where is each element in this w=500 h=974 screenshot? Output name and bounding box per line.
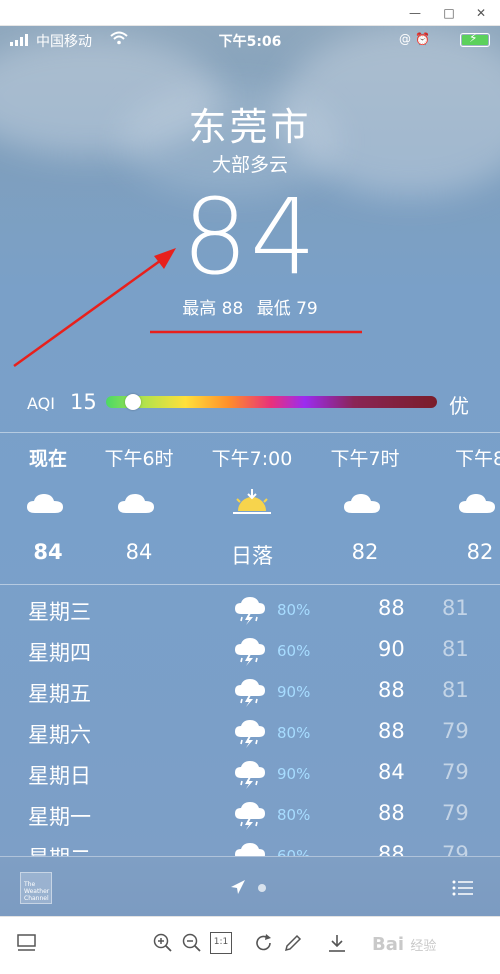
hourly-temp: 84 <box>125 540 153 564</box>
day-name: 星期四 <box>28 641 91 665</box>
day-name: 星期三 <box>28 600 91 624</box>
daily-row: 星期五 90% 88 81 <box>0 671 500 712</box>
day-name: 星期五 <box>28 682 91 706</box>
maximize-icon[interactable]: □ <box>436 3 462 23</box>
annotation-arrowhead <box>154 248 176 269</box>
thunderstorm-icon <box>234 678 266 707</box>
hourly-forecast[interactable]: 现在 84 下午6时 84 下午7:00 日落 下午7时 82 下午8 82 <box>0 432 500 582</box>
location-arrow-icon[interactable] <box>230 879 246 895</box>
day-high: 88 <box>378 678 405 702</box>
hourly-time: 下午7时 <box>330 448 400 470</box>
minimize-icon[interactable]: — <box>402 3 428 23</box>
precip-chance: 80% <box>277 601 311 619</box>
daily-row: 星期六 80% 88 79 <box>0 712 500 753</box>
annotation-overlay <box>13 248 362 368</box>
sunset-icon <box>233 489 271 514</box>
weather-bottom-bar: The Weather Channel <box>0 856 500 916</box>
cloud-icon <box>344 494 380 513</box>
hourly-time: 下午7:00 <box>211 448 293 470</box>
day-name: 星期日 <box>28 764 91 788</box>
daily-row: 星期日 90% 84 79 <box>0 753 500 794</box>
precip-chance: 90% <box>277 683 311 701</box>
hourly-temp: 日落 <box>231 544 273 568</box>
aqi-scale-bar <box>106 394 437 410</box>
list-icon[interactable] <box>452 879 474 897</box>
day-high: 84 <box>378 760 405 784</box>
hourly-time: 下午8 <box>454 448 500 470</box>
day-high: 88 <box>378 719 405 743</box>
hourly-time: 下午6时 <box>104 448 174 470</box>
day-name: 星期一 <box>28 805 91 829</box>
divider <box>0 584 500 585</box>
day-high: 88 <box>378 596 405 620</box>
viewer-toolbar: 1:1 Bai 经验 <box>0 916 500 974</box>
aqi-indicator <box>124 394 141 410</box>
thunderstorm-icon <box>234 596 266 625</box>
precip-chance: 80% <box>277 806 311 824</box>
thunderstorm-icon <box>234 760 266 789</box>
day-name: 星期六 <box>28 723 91 747</box>
zoom-out-icon[interactable] <box>181 932 203 954</box>
precip-chance: 90% <box>277 765 311 783</box>
cloud-icon <box>459 494 495 513</box>
cloud-icon <box>118 494 154 513</box>
day-high: 88 <box>378 801 405 825</box>
day-low: 79 <box>442 801 469 825</box>
zoom-in-icon[interactable] <box>152 932 174 954</box>
aqi-value: 15 <box>70 390 97 414</box>
aqi-grade: 优 <box>449 394 469 418</box>
window-titlebar: — □ ✕ <box>0 0 500 26</box>
hourly-temp: 82 <box>466 540 494 564</box>
close-icon[interactable]: ✕ <box>468 3 494 23</box>
daily-row: 星期四 60% 90 81 <box>0 630 500 671</box>
day-low: 79 <box>442 719 469 743</box>
day-low: 81 <box>442 678 469 702</box>
thunderstorm-icon <box>234 719 266 748</box>
weather-screen: 中国移动 下午5:06 @⏰ ⚡ 东莞市 大部多云 84 最高 88 最低 79… <box>0 26 500 916</box>
aqi-label: AQI <box>27 394 55 413</box>
annotation-arrow <box>13 256 165 368</box>
day-low: 81 <box>442 637 469 661</box>
actual-size-button[interactable]: 1:1 <box>210 932 232 954</box>
day-low: 81 <box>442 596 469 620</box>
page-dot[interactable] <box>258 884 266 892</box>
precip-chance: 60% <box>277 642 311 660</box>
rotate-icon[interactable] <box>253 932 275 954</box>
thumbnail-panel-icon[interactable] <box>16 932 38 954</box>
baidu-watermark: Bai 经验 <box>372 934 437 955</box>
precip-chance: 80% <box>277 724 311 742</box>
day-low: 79 <box>442 760 469 784</box>
download-icon[interactable] <box>326 932 348 954</box>
weather-channel-logo[interactable]: The Weather Channel <box>20 872 52 904</box>
daily-row: 星期三 80% 88 81 <box>0 589 500 630</box>
day-high: 90 <box>378 637 405 661</box>
thunderstorm-icon <box>234 637 266 666</box>
thunderstorm-icon <box>234 801 266 830</box>
daily-row: 星期一 80% 88 79 <box>0 794 500 835</box>
hourly-temp: 82 <box>351 540 379 564</box>
edit-icon[interactable] <box>282 932 304 954</box>
